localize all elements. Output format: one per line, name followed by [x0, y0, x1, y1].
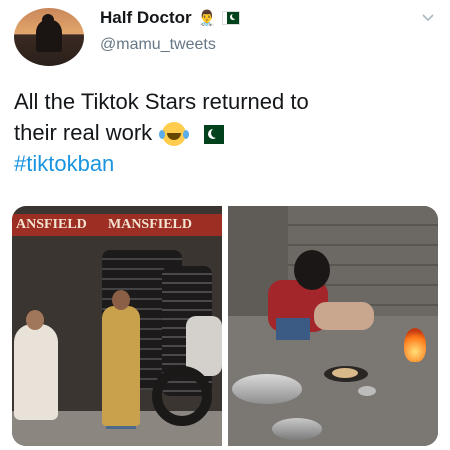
avatar-silhouette	[36, 20, 62, 52]
hashtag-link[interactable]: #tiktokban	[14, 148, 434, 179]
steel-bowl	[232, 374, 302, 404]
standing-man	[102, 306, 140, 426]
tweet-text-line-2-text: their real work	[14, 120, 153, 145]
tweet-text-line-2: their real work	[14, 117, 434, 148]
girl-shorts	[276, 318, 310, 340]
pakistan-flag-icon	[198, 124, 225, 144]
girl-legs	[314, 302, 374, 330]
author-name-row: Half Doctor 👨‍⚕️	[100, 7, 241, 29]
tweet-card: Half Doctor 👨‍⚕️ @mamu_tweets All the Ti…	[0, 0, 450, 450]
laughing-emoji-icon	[159, 122, 187, 147]
tweet-text: All the Tiktok Stars returned to their r…	[14, 86, 434, 179]
author-display-name[interactable]: Half Doctor	[100, 8, 192, 28]
chevron-down-icon[interactable]	[420, 10, 436, 26]
tyre	[152, 366, 212, 426]
steel-bowl	[358, 386, 376, 396]
standing-man-head	[112, 290, 130, 310]
shop-sign-left: ANSFIELD	[12, 214, 106, 236]
seated-man-head	[26, 310, 44, 330]
doctor-emoji-icon: 👨‍⚕️	[197, 10, 217, 27]
tweet-media[interactable]: ANSFIELD MANSFIELD	[12, 206, 438, 446]
tweet-text-line-1: All the Tiktok Stars returned to	[14, 89, 309, 114]
fire	[404, 328, 426, 362]
media-photo-cooking-girl[interactable]	[228, 206, 438, 446]
steel-bowl	[272, 418, 322, 440]
roti	[332, 368, 358, 378]
shop-sign-right: MANSFIELD	[104, 214, 222, 236]
avatar[interactable]	[14, 8, 84, 66]
author-handle[interactable]: @mamu_tweets	[100, 36, 216, 54]
media-photo-tyre-shop[interactable]: ANSFIELD MANSFIELD	[12, 206, 222, 446]
pakistan-flag-icon	[222, 11, 241, 25]
girl-head	[294, 250, 330, 290]
seated-man	[14, 324, 58, 420]
